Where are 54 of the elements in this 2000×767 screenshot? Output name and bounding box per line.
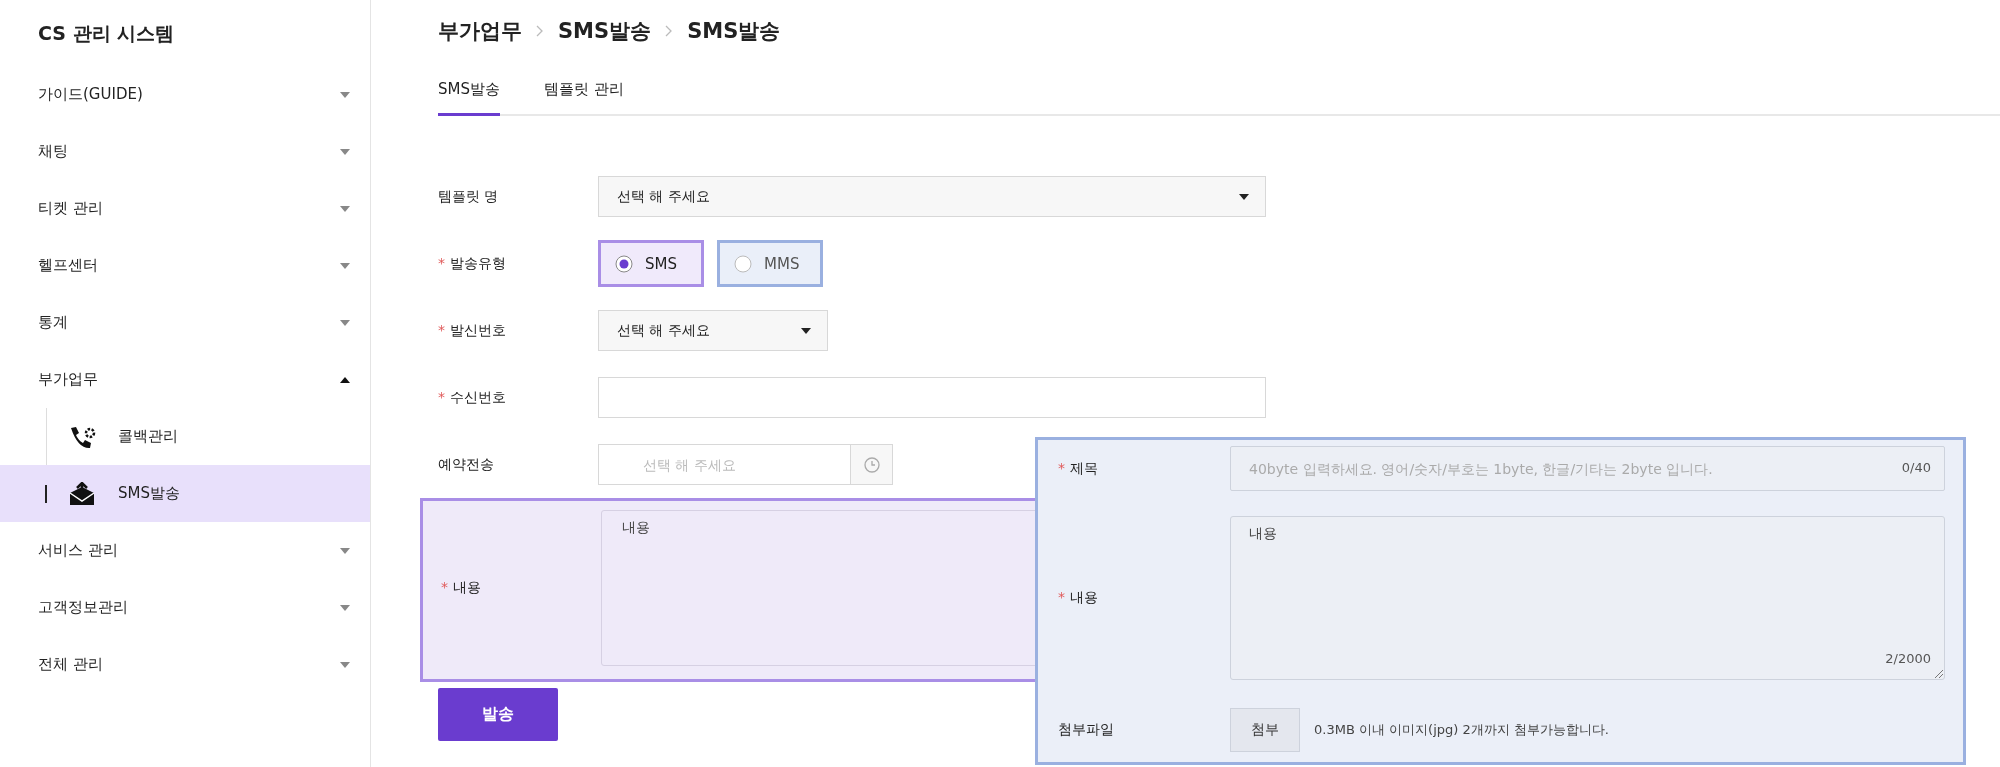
menu-label[interactable]: 헬프센터 — [38, 256, 98, 275]
menu-label[interactable]: 가이드(GUIDE) — [38, 85, 143, 104]
phone-gear-icon — [68, 424, 96, 449]
attachment-note: 0.3MB 이내 이미지(jpg) 2개까지 첨부가능합니다. — [1314, 721, 1609, 739]
field-label: 예약전송 — [438, 455, 494, 474]
chevron-right-icon — [665, 25, 674, 37]
field-label: 첨부파일 — [1058, 721, 1114, 739]
send-button[interactable]: 발송 — [438, 688, 558, 741]
menu-label[interactable]: 티켓 관리 — [38, 199, 103, 218]
submenu-label: SMS발송 — [118, 484, 180, 503]
menu-label[interactable]: 서비스 관리 — [38, 541, 118, 560]
field-label: 발신번호 — [450, 321, 506, 340]
dropdown-caret-icon — [801, 327, 811, 334]
required-asterisk: * — [438, 321, 445, 340]
radio-option[interactable]: SMS — [598, 240, 704, 287]
menu-label[interactable]: 통계 — [38, 313, 68, 332]
time-picker-button[interactable] — [850, 444, 893, 485]
resize-handle-icon — [1934, 669, 1943, 678]
field-label: 내용 — [453, 579, 481, 597]
envelope-upload-icon — [68, 481, 96, 506]
attach-button[interactable]: 첨부 — [1230, 708, 1300, 752]
field-label: 제목 — [1070, 459, 1098, 478]
tab[interactable]: 템플릿 관리 — [544, 74, 624, 116]
required-asterisk: * — [441, 579, 448, 597]
submenu-item[interactable]: 콜백관리 — [0, 408, 370, 465]
menu-label[interactable]: 전체 관리 — [38, 655, 103, 674]
breadcrumb-item: 부가업무 — [438, 18, 522, 45]
field-label: 수신번호 — [450, 388, 506, 407]
dropdown-select[interactable]: 선택 해 주세요 — [598, 310, 828, 351]
breadcrumb-item: SMS발송 — [687, 18, 781, 45]
menu-label[interactable]: 고객정보관리 — [38, 598, 128, 617]
breadcrumb-item: SMS발송 — [558, 18, 652, 45]
field-label: 템플릿 명 — [438, 187, 499, 206]
text-input[interactable] — [598, 377, 1266, 418]
clock-icon — [863, 456, 880, 473]
tab[interactable]: SMS발송 — [438, 74, 500, 116]
menu-label[interactable]: 부가업무 — [38, 370, 98, 389]
submenu-item[interactable]: SMS발송 — [0, 465, 370, 522]
datetime-input[interactable]: 선택 해 주세요 — [598, 444, 850, 485]
app-title: CS 관리 시스템 — [37, 21, 176, 46]
required-asterisk: * — [1058, 459, 1065, 478]
field-label: 발송유형 — [450, 254, 506, 273]
dropdown-caret-icon — [1239, 193, 1249, 200]
required-asterisk: * — [438, 388, 445, 407]
required-asterisk: * — [1058, 589, 1065, 607]
character-counter: 2/2000 — [1885, 651, 1931, 666]
dropdown-select[interactable]: 선택 해 주세요 — [598, 176, 1266, 217]
radio-option[interactable]: MMS — [717, 240, 823, 287]
submenu-label: 콜백관리 — [118, 427, 178, 446]
menu-label[interactable]: 채팅 — [38, 142, 68, 161]
required-asterisk: * — [438, 254, 445, 273]
field-label: 내용 — [1070, 589, 1098, 607]
character-counter: 0/40 — [1901, 460, 1931, 475]
chevron-right-icon — [536, 25, 544, 37]
